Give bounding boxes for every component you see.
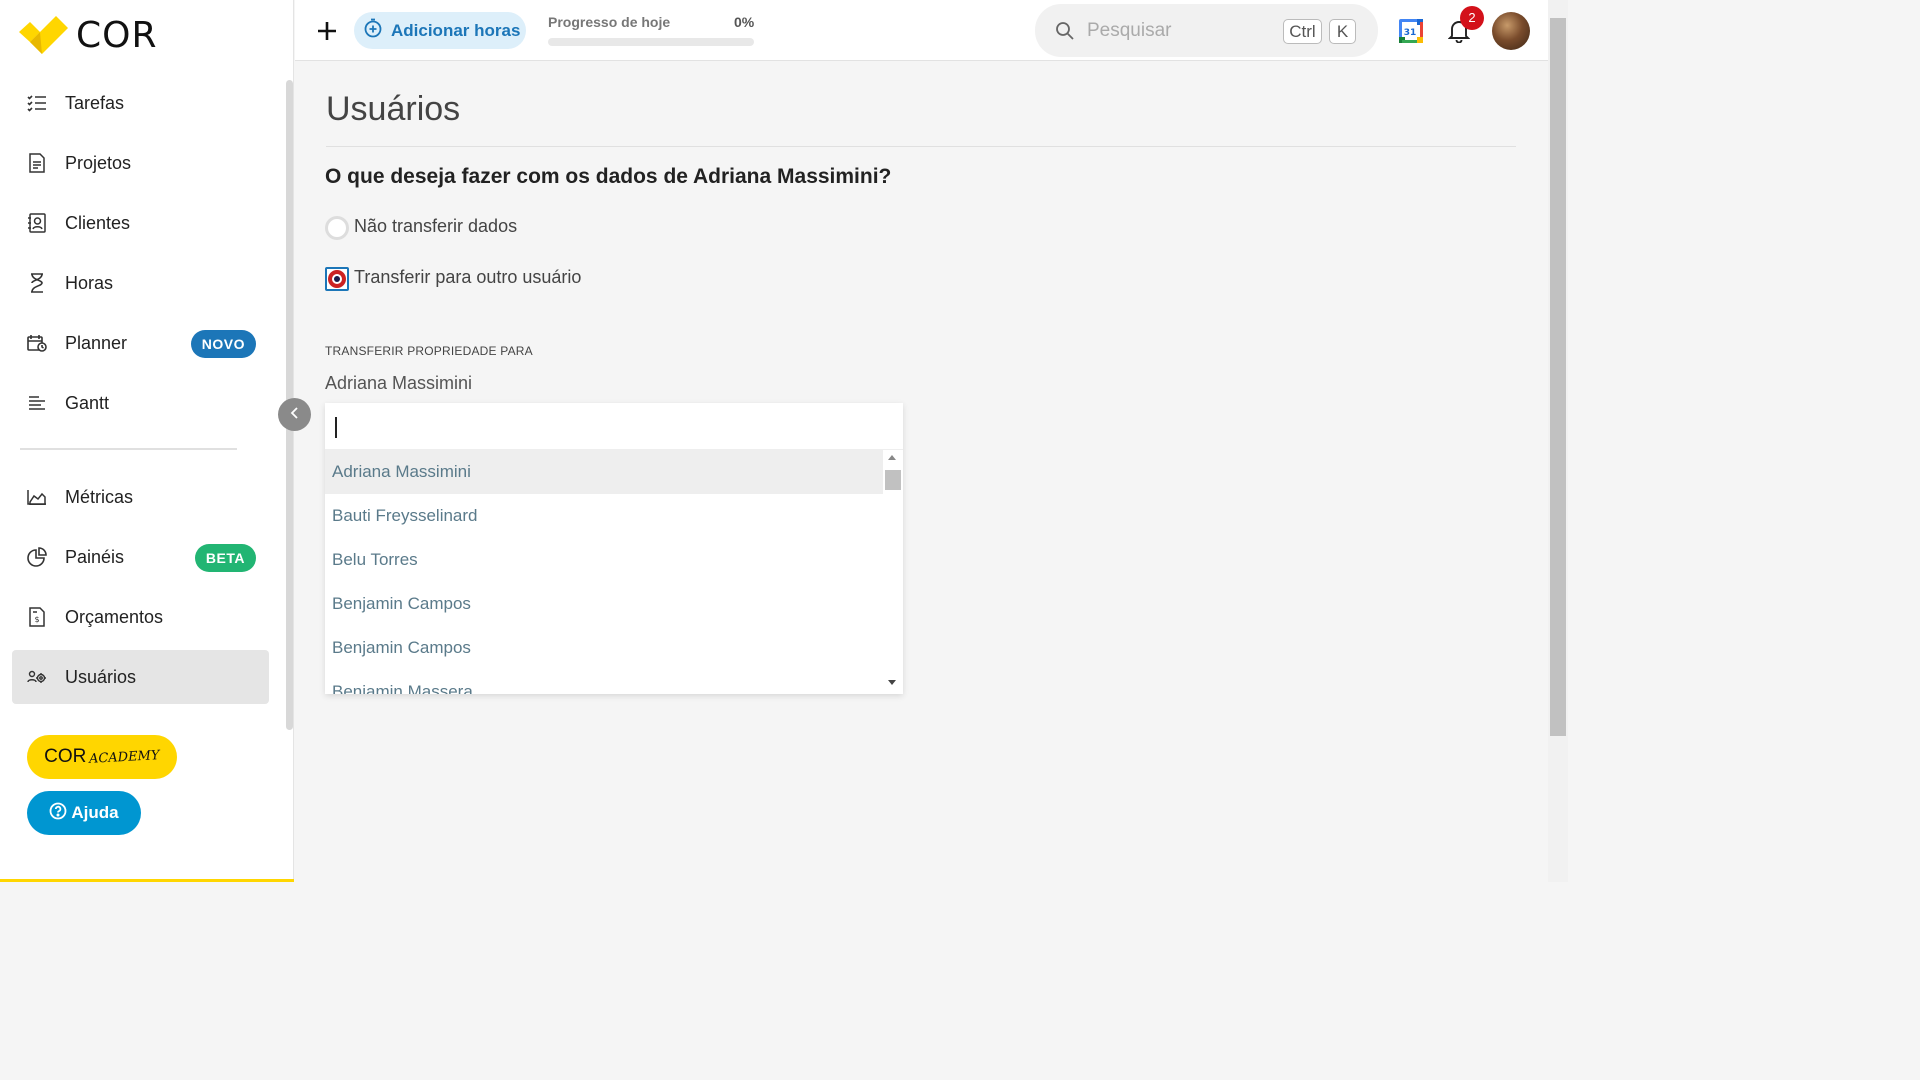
beta-badge: BETA (194, 544, 256, 572)
sidebar-item-projetos[interactable]: Projetos (12, 136, 269, 190)
client-contact-icon (26, 212, 48, 234)
no-transfer-radio[interactable] (325, 216, 349, 240)
sidebar-item-label: Horas (65, 272, 114, 293)
dropdown-option[interactable]: Benjamin Massera (325, 670, 883, 694)
page-title: Usuários (326, 90, 461, 128)
budget-document-icon: $ (26, 606, 48, 628)
sidebar-item-label: Orçamentos (65, 606, 164, 627)
scroll-up-arrow-icon[interactable] (888, 455, 896, 460)
notification-count-badge: 2 (1460, 6, 1484, 30)
create-new-button[interactable] (315, 16, 339, 44)
progress-bar (548, 38, 754, 46)
area-chart-icon (26, 486, 48, 508)
no-transfer-label: Não transferir dados (354, 215, 518, 236)
progress-label: Progresso de hoje (548, 14, 671, 30)
bell-icon (1447, 21, 1471, 47)
sidebar-item-gantt[interactable]: Gantt (12, 376, 269, 430)
top-bar: Adicionar horas Progresso de hoje 0% Ctr… (295, 0, 1548, 61)
sidebar-item-orcamentos[interactable]: $ Orçamentos (12, 590, 269, 644)
text-caret (335, 417, 337, 438)
sidebar-item-label: Clientes (65, 212, 131, 233)
users-gear-icon (26, 666, 48, 688)
search-bar[interactable]: Ctrl K (1035, 4, 1378, 57)
search-input[interactable] (1087, 17, 1267, 45)
cor-logo[interactable]: COR (16, 14, 158, 56)
transfer-heading: TRANSFERIR PROPRIEDADE PARA (325, 344, 533, 358)
selected-user-value[interactable]: Adriana Massimini (325, 373, 472, 394)
add-hours-label: Adicionar horas (391, 20, 521, 40)
help-button[interactable]: Ajuda (27, 791, 141, 835)
progress-percent: 0% (734, 14, 755, 30)
sidebar-item-clientes[interactable]: Clientes (12, 196, 269, 250)
svg-text:$: $ (34, 615, 39, 624)
cor-logo-icon (16, 14, 70, 56)
plus-icon (315, 22, 339, 48)
google-calendar-icon[interactable]: 31 (1399, 19, 1423, 48)
calendar-clock-icon (26, 332, 48, 354)
window-scrollbar[interactable] (1548, 0, 1568, 882)
sidebar-item-label: Planner (65, 332, 128, 353)
collapse-sidebar-button[interactable] (278, 398, 311, 431)
sidebar-item-metricas[interactable]: Métricas (12, 470, 269, 524)
sidebar-accent-line (0, 879, 294, 882)
sidebar: COR Tarefas Projetos Clientes Horas Plan… (0, 0, 294, 882)
transfer-option[interactable]: Transferir para outro usuário (325, 267, 581, 291)
dropdown-search-input[interactable] (333, 413, 883, 441)
pie-chart-icon (26, 546, 48, 568)
transfer-label: Transferir para outro usuário (354, 266, 582, 287)
dropdown-scrollbar[interactable] (883, 450, 903, 694)
window-scrollbar-thumb[interactable] (1550, 18, 1566, 736)
tasks-list-icon (26, 92, 48, 114)
dropdown-option[interactable]: Bauti Freysselinard (325, 494, 883, 538)
sidebar-item-label: Projetos (65, 152, 132, 173)
no-transfer-option[interactable]: Não transferir dados (325, 216, 517, 240)
sidebar-divider (20, 448, 237, 450)
dropdown-option[interactable]: Belu Torres (325, 538, 883, 582)
sidebar-item-paineis[interactable]: Painéis BETA (12, 530, 269, 584)
sidebar-item-label: Gantt (65, 392, 110, 413)
gantt-lines-icon (26, 392, 48, 414)
shortcut-k-key: K (1329, 19, 1356, 44)
dropdown-scrollbar-thumb[interactable] (885, 470, 901, 490)
title-divider (326, 146, 1516, 147)
shortcut-ctrl-key: Ctrl (1283, 19, 1322, 44)
dropdown-option[interactable]: Adriana Massimini (325, 450, 883, 494)
hourglass-icon (26, 272, 48, 294)
cor-academy-button[interactable]: COR ACADEMY (27, 735, 177, 779)
sidebar-item-label: Painéis (65, 546, 125, 567)
transfer-radio[interactable] (325, 267, 349, 291)
sidebar-item-planner[interactable]: Planner NOVO (12, 316, 269, 370)
transfer-question: O que deseja fazer com os dados de Adria… (325, 165, 892, 188)
add-hours-button[interactable]: Adicionar horas (354, 12, 526, 49)
sidebar-item-usuarios[interactable]: Usuários (12, 650, 269, 704)
dropdown-options-list: Adriana Massimini Bauti Freysselinard Be… (325, 450, 883, 694)
user-avatar[interactable] (1492, 12, 1530, 50)
logo-text: COR (76, 14, 158, 56)
radio-selected-dot (328, 270, 346, 288)
academy-sub-label: ACADEMY (88, 747, 161, 767)
sidebar-item-label: Usuários (65, 666, 137, 687)
sidebar-item-tarefas[interactable]: Tarefas (12, 76, 269, 130)
help-label: Ajuda (71, 803, 119, 822)
sidebar-nav: Tarefas Projetos Clientes Horas Planner (12, 76, 269, 710)
dropdown-option[interactable]: Benjamin Campos (325, 582, 883, 626)
search-icon (1055, 21, 1075, 46)
sidebar-item-label: Tarefas (65, 92, 125, 113)
scroll-down-arrow-icon[interactable] (888, 680, 896, 685)
sidebar-item-horas[interactable]: Horas (12, 256, 269, 310)
help-circle-icon (49, 802, 67, 825)
dropdown-option[interactable]: Benjamin Campos (325, 626, 883, 670)
chevron-left-icon (290, 406, 300, 424)
new-badge: NOVO (190, 330, 256, 358)
academy-label: COR (44, 746, 87, 767)
user-select-dropdown: Adriana Massimini Bauti Freysselinard Be… (325, 403, 903, 694)
add-clock-icon (363, 18, 383, 43)
sidebar-item-label: Métricas (65, 486, 134, 507)
dropdown-search-wrap (325, 403, 903, 450)
calendar-day: 31 (1404, 28, 1417, 38)
project-document-icon (26, 152, 48, 174)
